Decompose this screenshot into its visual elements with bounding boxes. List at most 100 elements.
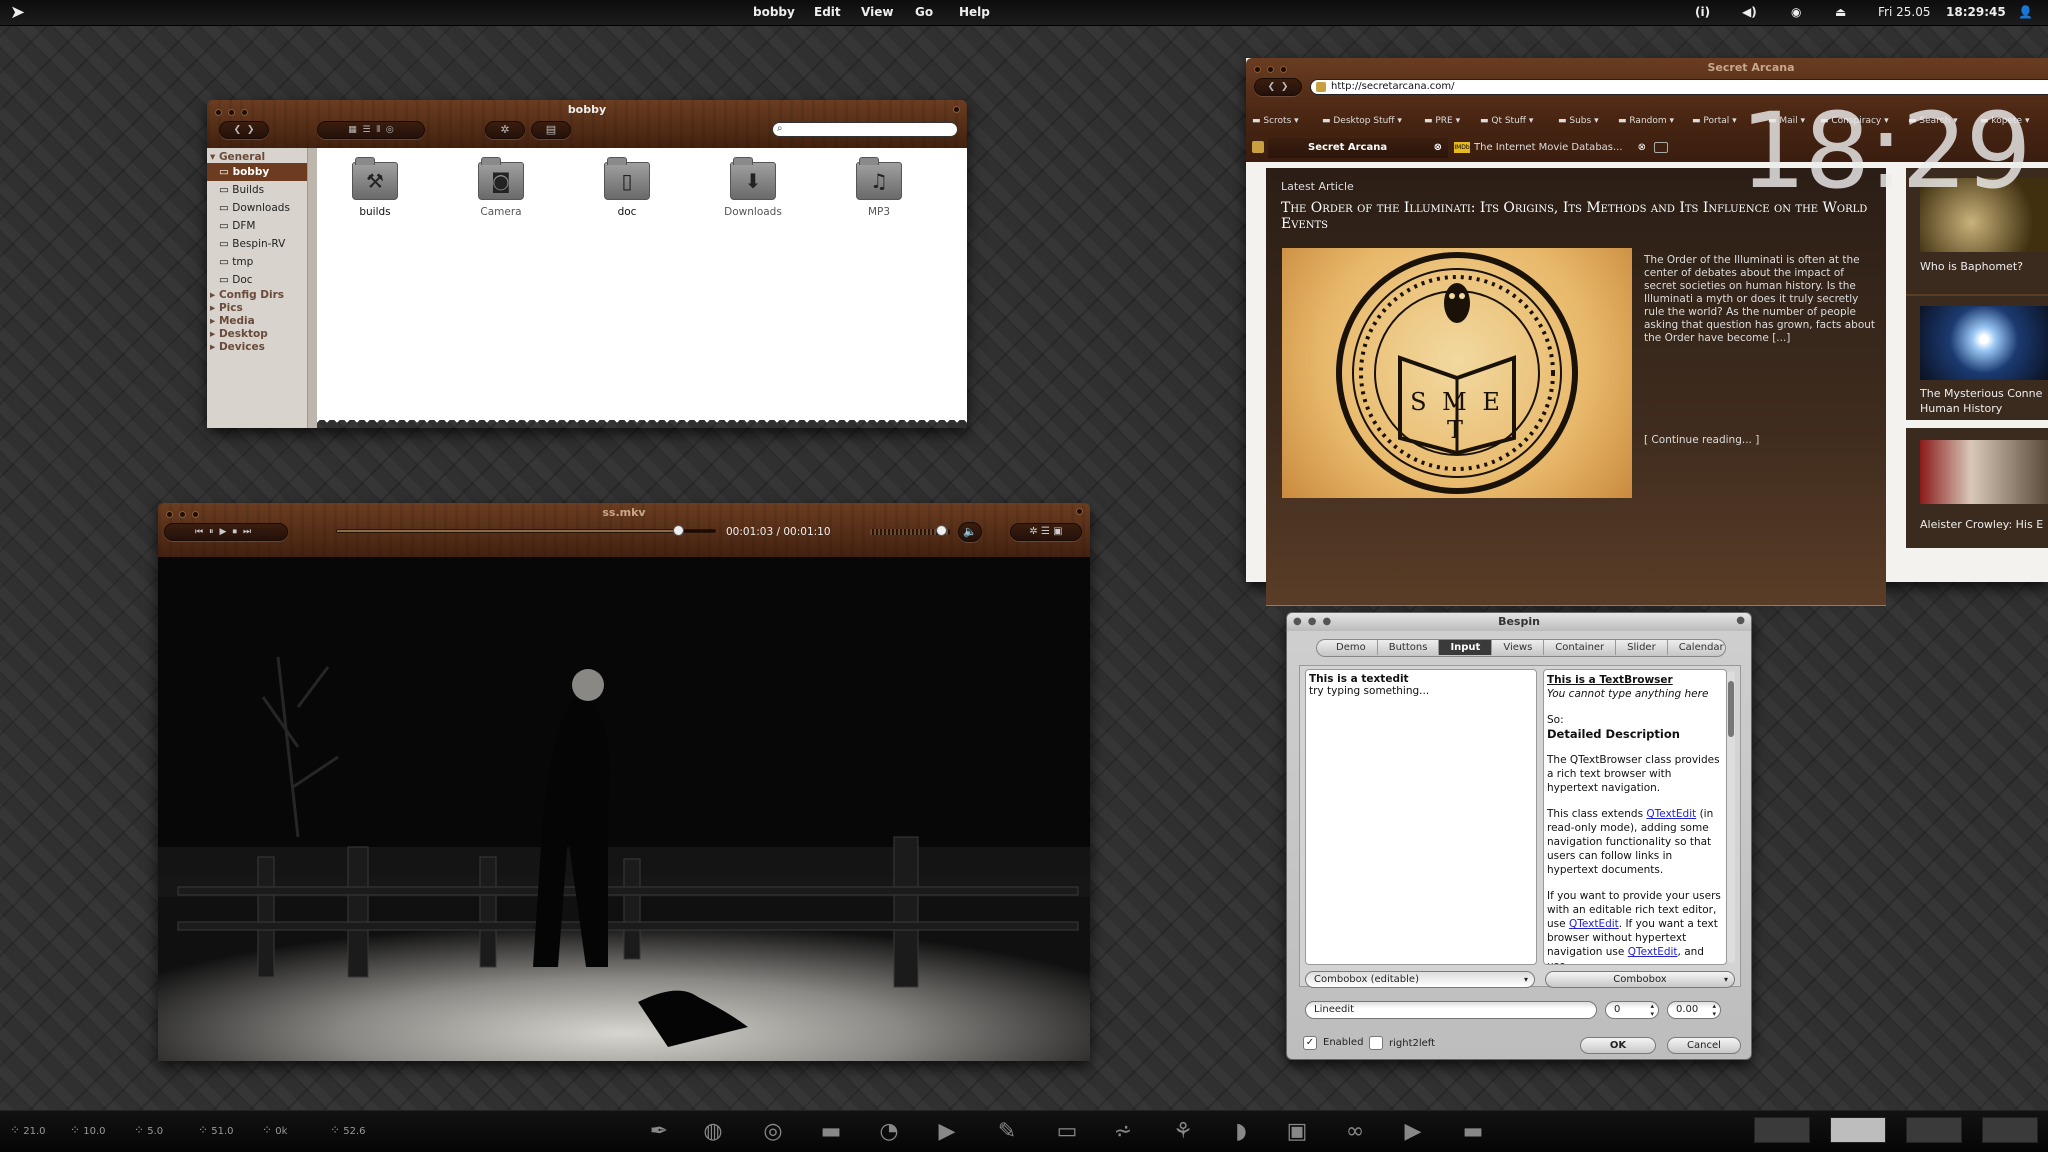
close-icon[interactable]: ● xyxy=(1736,615,1745,626)
desktop-pager-1[interactable] xyxy=(1754,1117,1810,1143)
launcher-pen-icon[interactable]: ✎ xyxy=(994,1119,1020,1145)
lineedit[interactable]: Lineedit xyxy=(1305,1001,1597,1019)
back-forward-buttons[interactable]: ❮ ❯ xyxy=(1254,78,1302,96)
spin-arrows-icon[interactable]: ▴ ▾ xyxy=(1650,1002,1654,1018)
sidebar-group-desktop[interactable]: ▸ Desktop xyxy=(207,328,307,341)
launcher-tools-icon[interactable]: ⚘ xyxy=(1170,1119,1196,1145)
launcher-bird-icon[interactable]: ∞ xyxy=(1342,1119,1368,1145)
sysmon-cpu[interactable]: ⁘ 21.0 xyxy=(10,1123,46,1137)
sysmon-mem[interactable]: ⁘ 10.0 xyxy=(70,1123,106,1137)
launcher-chat-icon[interactable]: ▭ xyxy=(1054,1119,1080,1145)
int-spinbox[interactable]: 0 ▴ ▾ xyxy=(1605,1001,1659,1019)
tab-demo[interactable]: Demo xyxy=(1325,640,1378,655)
sidebar-item-bobby[interactable]: ▭ bobby xyxy=(207,163,307,181)
launcher-stack-icon[interactable]: ⩫ xyxy=(1110,1119,1136,1145)
bookmark-qt-stuff[interactable]: ▬ Qt Stuff ▾ xyxy=(1480,116,1533,126)
menu-view[interactable]: View xyxy=(861,5,893,19)
sidebar-group-pics[interactable]: ▸ Pics xyxy=(207,302,307,315)
checkbox-right2left[interactable]: right2left xyxy=(1369,1036,1435,1050)
mute-button[interactable]: 🔈 xyxy=(958,522,982,542)
launcher-feather-icon[interactable]: ✒ xyxy=(646,1119,672,1145)
tb-scrollbar[interactable] xyxy=(1727,671,1735,963)
panel-clock[interactable]: 18:29:45 xyxy=(1946,5,2006,19)
search-input[interactable]: ⌕ xyxy=(772,122,958,137)
sysmon-swap[interactable]: ⁘ 5.0 xyxy=(134,1123,163,1137)
illuminati-seal-image[interactable]: S M E T xyxy=(1282,248,1632,498)
sidebar-item-bespin-rv[interactable]: ▭ Bespin-RV xyxy=(207,235,307,253)
folder-item-builds[interactable]: ⚒ builds xyxy=(335,157,415,218)
sidebar-splitter[interactable] xyxy=(307,148,317,428)
sysmon-net[interactable]: ⁘ 0k xyxy=(262,1123,287,1137)
sidebar-item-tmp[interactable]: ▭ tmp xyxy=(207,253,307,271)
bookmark-random[interactable]: ▬ Random ▾ xyxy=(1618,116,1674,126)
bespin-titlebar[interactable]: ●●● Bespin ● xyxy=(1287,613,1751,631)
view-mode-buttons[interactable]: ▦ ☰ ⦀ ◎ xyxy=(317,121,425,139)
combobox[interactable]: Combobox ▾ xyxy=(1545,971,1735,988)
launcher-clock-icon[interactable]: ◔ xyxy=(876,1119,902,1145)
new-tab-button[interactable] xyxy=(1654,142,1668,153)
sidebar-group-devices[interactable]: ▸ Devices xyxy=(207,341,307,354)
player-titlebar[interactable]: ss.mkv ⏮⏸▶⏹⏭ 00:01:03 / 00:01:10 🔈 ✲ ☰ ▣ xyxy=(158,503,1090,557)
launcher-disc-icon[interactable]: ◎ xyxy=(760,1119,786,1145)
folder-item-doc[interactable]: ▯ doc xyxy=(587,157,667,218)
menu-help[interactable]: Help xyxy=(959,5,990,19)
launcher-media-icon[interactable]: ▶ xyxy=(1400,1119,1426,1145)
desktop-pager-4[interactable] xyxy=(1982,1117,2038,1143)
sidebar-group-config[interactable]: ▸ Config Dirs xyxy=(207,289,307,302)
seek-handle[interactable] xyxy=(673,525,684,536)
side-article-mysterious[interactable]: The Mysterious Conne Human History xyxy=(1906,294,2048,420)
seek-slider[interactable] xyxy=(336,525,716,536)
qtextedit-link[interactable]: QTextEdit xyxy=(1569,918,1619,930)
launcher-terminal-icon[interactable]: ▣ xyxy=(1284,1119,1310,1145)
sidebar-group-media[interactable]: ▸ Media xyxy=(207,315,307,328)
tab-secret-arcana[interactable]: Secret Arcana ⊗ xyxy=(1268,138,1448,158)
back-forward-buttons[interactable]: ❮ ❯ xyxy=(219,121,269,139)
volume-icon[interactable]: ◀) xyxy=(1742,5,1757,19)
side-article-crowley[interactable]: Aleister Crowley: His E xyxy=(1906,428,2048,548)
launcher-folder-icon[interactable]: ▬ xyxy=(818,1119,844,1145)
tab-calendar[interactable]: Calendar xyxy=(1668,640,1725,655)
tab-input[interactable]: Input xyxy=(1439,640,1493,655)
launcher-firefox-icon[interactable]: ◍ xyxy=(700,1119,726,1145)
sidebar-item-dfm[interactable]: ▭ DFM xyxy=(207,217,307,235)
launcher-wine-icon[interactable]: ◗ xyxy=(1228,1119,1254,1145)
folder-item-downloads[interactable]: ⬇ Downloads xyxy=(713,157,793,218)
qtextedit-link[interactable]: QTextEdit xyxy=(1628,946,1678,958)
checkbox-enabled[interactable]: ✓ Enabled xyxy=(1303,1036,1363,1050)
desktop-pager-3[interactable] xyxy=(1906,1117,1962,1143)
continue-reading-link[interactable]: [ Continue reading... ] xyxy=(1644,434,1759,446)
sidebar-item-downloads[interactable]: ▭ Downloads xyxy=(207,199,307,217)
sysmon-temp[interactable]: ⁘ 52.6 xyxy=(330,1123,366,1137)
user-icon[interactable]: 👤 xyxy=(2018,5,2033,19)
combobox-editable[interactable]: Combobox (editable) ▾ xyxy=(1305,971,1535,988)
url-text[interactable]: http://secretarcana.com/ xyxy=(1331,81,1454,92)
bookmark-subs[interactable]: ▬ Subs ▾ xyxy=(1558,116,1599,126)
folder-item-mp3[interactable]: ♫ MP3 xyxy=(839,157,919,218)
textbrowser[interactable]: This is a TextBrowser You cannot type an… xyxy=(1543,669,1727,965)
tab-container[interactable]: Container xyxy=(1544,640,1617,655)
tab-buttons[interactable]: Buttons xyxy=(1378,640,1440,655)
close-tab-icon[interactable]: ⊗ xyxy=(1638,138,1646,158)
volume-slider[interactable] xyxy=(870,525,950,536)
bookmark-scrots[interactable]: ▬ Scrots ▾ xyxy=(1252,116,1299,126)
qtextedit-link[interactable]: QTextEdit xyxy=(1646,808,1696,820)
network-icon[interactable]: ◉ xyxy=(1791,5,1801,19)
split-view-button[interactable]: ▤ xyxy=(531,121,571,139)
double-spinbox[interactable]: 0.00 ▴ ▾ xyxy=(1667,1001,1721,1019)
launcher-files-icon[interactable]: ▬ xyxy=(1460,1119,1486,1145)
tab-slider[interactable]: Slider xyxy=(1616,640,1668,655)
desktop-pager-2[interactable] xyxy=(1830,1117,1886,1143)
close-tab-icon[interactable]: ⊗ xyxy=(1434,138,1442,158)
tab-views[interactable]: Views xyxy=(1492,640,1545,655)
menu-app[interactable]: bobby xyxy=(753,5,795,19)
launcher-play-icon[interactable]: ▶ xyxy=(934,1119,960,1145)
textedit[interactable]: This is a textedit try typing something.… xyxy=(1305,669,1537,965)
volume-handle[interactable] xyxy=(936,525,947,536)
bookmark-desktop-stuff[interactable]: ▬ Desktop Stuff ▾ xyxy=(1322,116,1402,126)
info-icon[interactable]: (i) xyxy=(1695,5,1710,19)
eject-icon[interactable]: ⏏ xyxy=(1835,5,1846,19)
tab-imdb[interactable]: IMDb The Internet Movie Databas... ⊗ xyxy=(1450,138,1650,158)
sysmon-disk[interactable]: ⁘ 51.0 xyxy=(198,1123,234,1137)
ok-button[interactable]: OK xyxy=(1580,1037,1656,1054)
kde-launcher-icon[interactable]: ➤ xyxy=(10,3,30,23)
